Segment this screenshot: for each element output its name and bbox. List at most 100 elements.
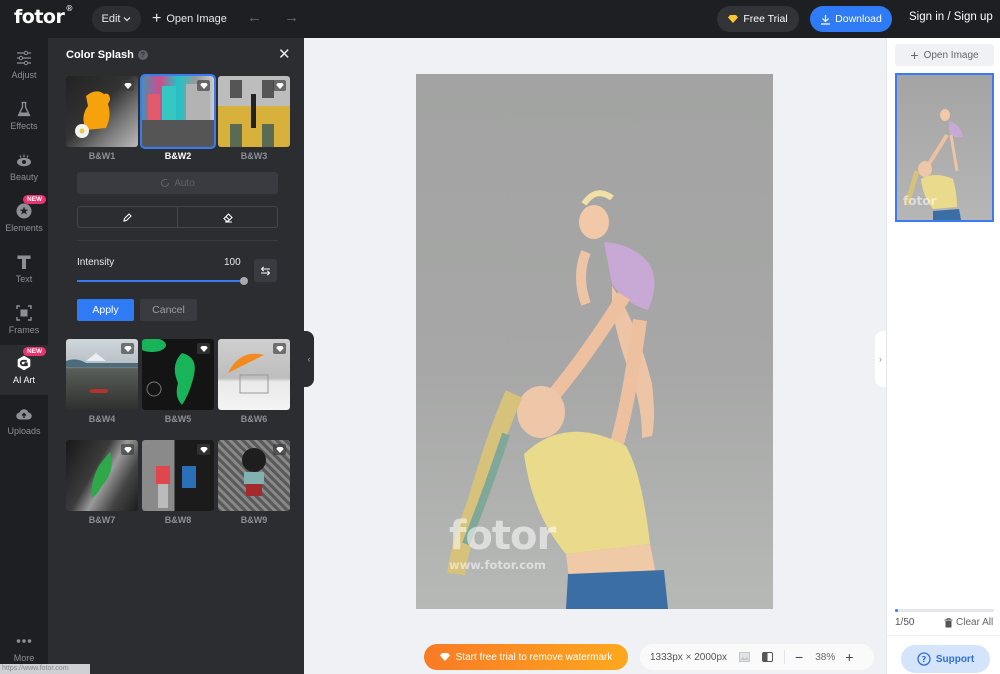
intensity-value: 100 [224, 257, 241, 268]
premium-diamond-icon [197, 80, 210, 91]
open-image-label: Open Image [923, 49, 979, 61]
top-bar: fotor® Edit + Open Image ← → Free Trial … [0, 0, 1000, 38]
compare-swap-button[interactable]: ⇆ [254, 259, 277, 282]
registered-mark: ® [65, 4, 73, 13]
compare-split-icon[interactable] [762, 652, 774, 662]
sign-in-link[interactable]: Sign in / Sign up [909, 11, 993, 23]
refresh-icon [161, 178, 170, 188]
rail-item-ai-art[interactable]: NEW AI Art [0, 345, 48, 395]
clear-all-label: Clear All [956, 617, 994, 628]
panel-divider [77, 240, 278, 241]
expand-right-panel-handle[interactable]: › [875, 331, 886, 387]
info-bar-divider [784, 650, 786, 664]
canvas-info-bar: 1333px × 2000px − 38% + [640, 644, 874, 670]
fotor-watermark: fotor www.fotor.com [449, 513, 556, 572]
preset-bw9[interactable] [218, 440, 290, 511]
svg-text:fotor: fotor [903, 194, 936, 208]
clear-all-button[interactable]: Clear All [944, 617, 993, 628]
remove-watermark-label: Start free trial to remove watermark [455, 651, 613, 663]
undo-arrow-icon[interactable]: ← [247, 9, 262, 26]
watermark-logo: fotor [449, 513, 556, 559]
right-panel-divider [887, 635, 1000, 636]
zoom-level: 38% [815, 651, 836, 663]
rail-label: Frames [8, 325, 40, 335]
image-thumbnail[interactable]: fotor [895, 73, 994, 222]
open-image-secondary-button[interactable]: + Open Image [895, 44, 994, 66]
free-trial-button[interactable]: Free Trial [717, 6, 799, 32]
help-icon[interactable]: ? [137, 50, 148, 60]
rail-label: Beauty [9, 172, 39, 182]
apply-button[interactable]: Apply [77, 299, 134, 321]
preset-bw3[interactable] [218, 76, 290, 147]
edit-menu-button[interactable]: Edit [92, 6, 141, 32]
rail-item-text[interactable]: Text [0, 244, 48, 294]
rail-label: AI Art [12, 375, 35, 385]
preset-label: B&W4 [88, 414, 116, 424]
rail-item-adjust[interactable]: Adjust [0, 40, 48, 90]
more-icon [16, 639, 32, 643]
premium-diamond-icon [121, 80, 134, 91]
remove-watermark-button[interactable]: Start free trial to remove watermark [424, 644, 628, 670]
edited-photo[interactable]: fotor www.fotor.com [416, 74, 773, 609]
diamond-icon [728, 15, 739, 23]
rail-item-elements[interactable]: NEW Elements [0, 193, 48, 243]
upload-quota-fill [895, 609, 898, 612]
auto-button[interactable]: Auto [77, 172, 278, 194]
rail-item-beauty[interactable]: Beauty [0, 142, 48, 192]
open-image-button[interactable]: + Open Image [152, 6, 227, 32]
restore-brush-button[interactable] [78, 207, 178, 227]
new-badge: NEW [23, 347, 47, 356]
preset-bw6[interactable] [218, 339, 290, 410]
intensity-slider-track[interactable] [77, 280, 244, 282]
intensity-slider-handle[interactable] [240, 277, 248, 285]
download-button[interactable]: Download [810, 6, 892, 32]
preset-label: B&W8 [164, 515, 192, 525]
close-icon[interactable]: ✕ [278, 47, 291, 62]
cancel-button[interactable]: Cancel [140, 299, 197, 321]
preset-bw5[interactable] [142, 339, 214, 410]
rail-item-effects[interactable]: Effects [0, 91, 48, 141]
edit-label: Edit [101, 13, 121, 25]
preset-bw8[interactable] [142, 440, 214, 511]
rail-label: Uploads [7, 426, 41, 436]
watermark-url: www.fotor.com [449, 558, 546, 572]
zoom-in-button[interactable]: + [845, 649, 853, 665]
image-icon[interactable] [739, 652, 751, 662]
redo-arrow-icon[interactable]: → [284, 9, 299, 26]
fotor-logo[interactable]: fotor® [14, 4, 73, 28]
preset-bw2[interactable] [140, 74, 216, 149]
preset-bw7[interactable] [66, 440, 138, 511]
tool-rail: Adjust Effects Beauty NEW Elements Text … [0, 38, 48, 674]
star-circle-icon [16, 203, 32, 219]
rail-label: Adjust [11, 70, 37, 80]
intensity-label: Intensity [77, 257, 115, 268]
rail-label: More [13, 653, 35, 663]
eraser-button[interactable] [178, 207, 277, 227]
upload-quota-bar [895, 609, 994, 612]
preset-label: B&W7 [88, 515, 116, 525]
download-icon [821, 14, 831, 25]
rail-label: Text [15, 274, 33, 284]
rail-item-uploads[interactable]: Uploads [0, 396, 48, 446]
flask-icon [17, 101, 31, 117]
premium-diamond-icon [273, 80, 286, 91]
text-icon [17, 255, 31, 269]
status-url-tooltip: https://www.fotor.com [0, 664, 90, 674]
support-button[interactable]: ? Support [901, 645, 990, 673]
premium-diamond-icon [121, 444, 134, 455]
premium-diamond-icon [197, 444, 210, 455]
diamond-icon [439, 653, 450, 661]
zoom-out-button[interactable]: − [795, 649, 803, 665]
collapse-panel-handle[interactable]: ‹ [304, 331, 314, 387]
preset-bw1[interactable] [66, 76, 138, 147]
preset-bw4[interactable] [66, 339, 138, 410]
preset-label: B&W3 [240, 151, 268, 161]
eye-icon [17, 154, 31, 167]
support-label: Support [935, 653, 975, 665]
logo-text: fotor [14, 6, 65, 28]
premium-diamond-icon [273, 343, 286, 354]
new-badge: NEW [23, 195, 47, 204]
rail-item-frames[interactable]: Frames [0, 295, 48, 345]
image-list-panel: + Open Image fotor 1/50 Clear All ? Supp… [886, 38, 1000, 674]
preset-label: B&W1 [88, 151, 116, 161]
